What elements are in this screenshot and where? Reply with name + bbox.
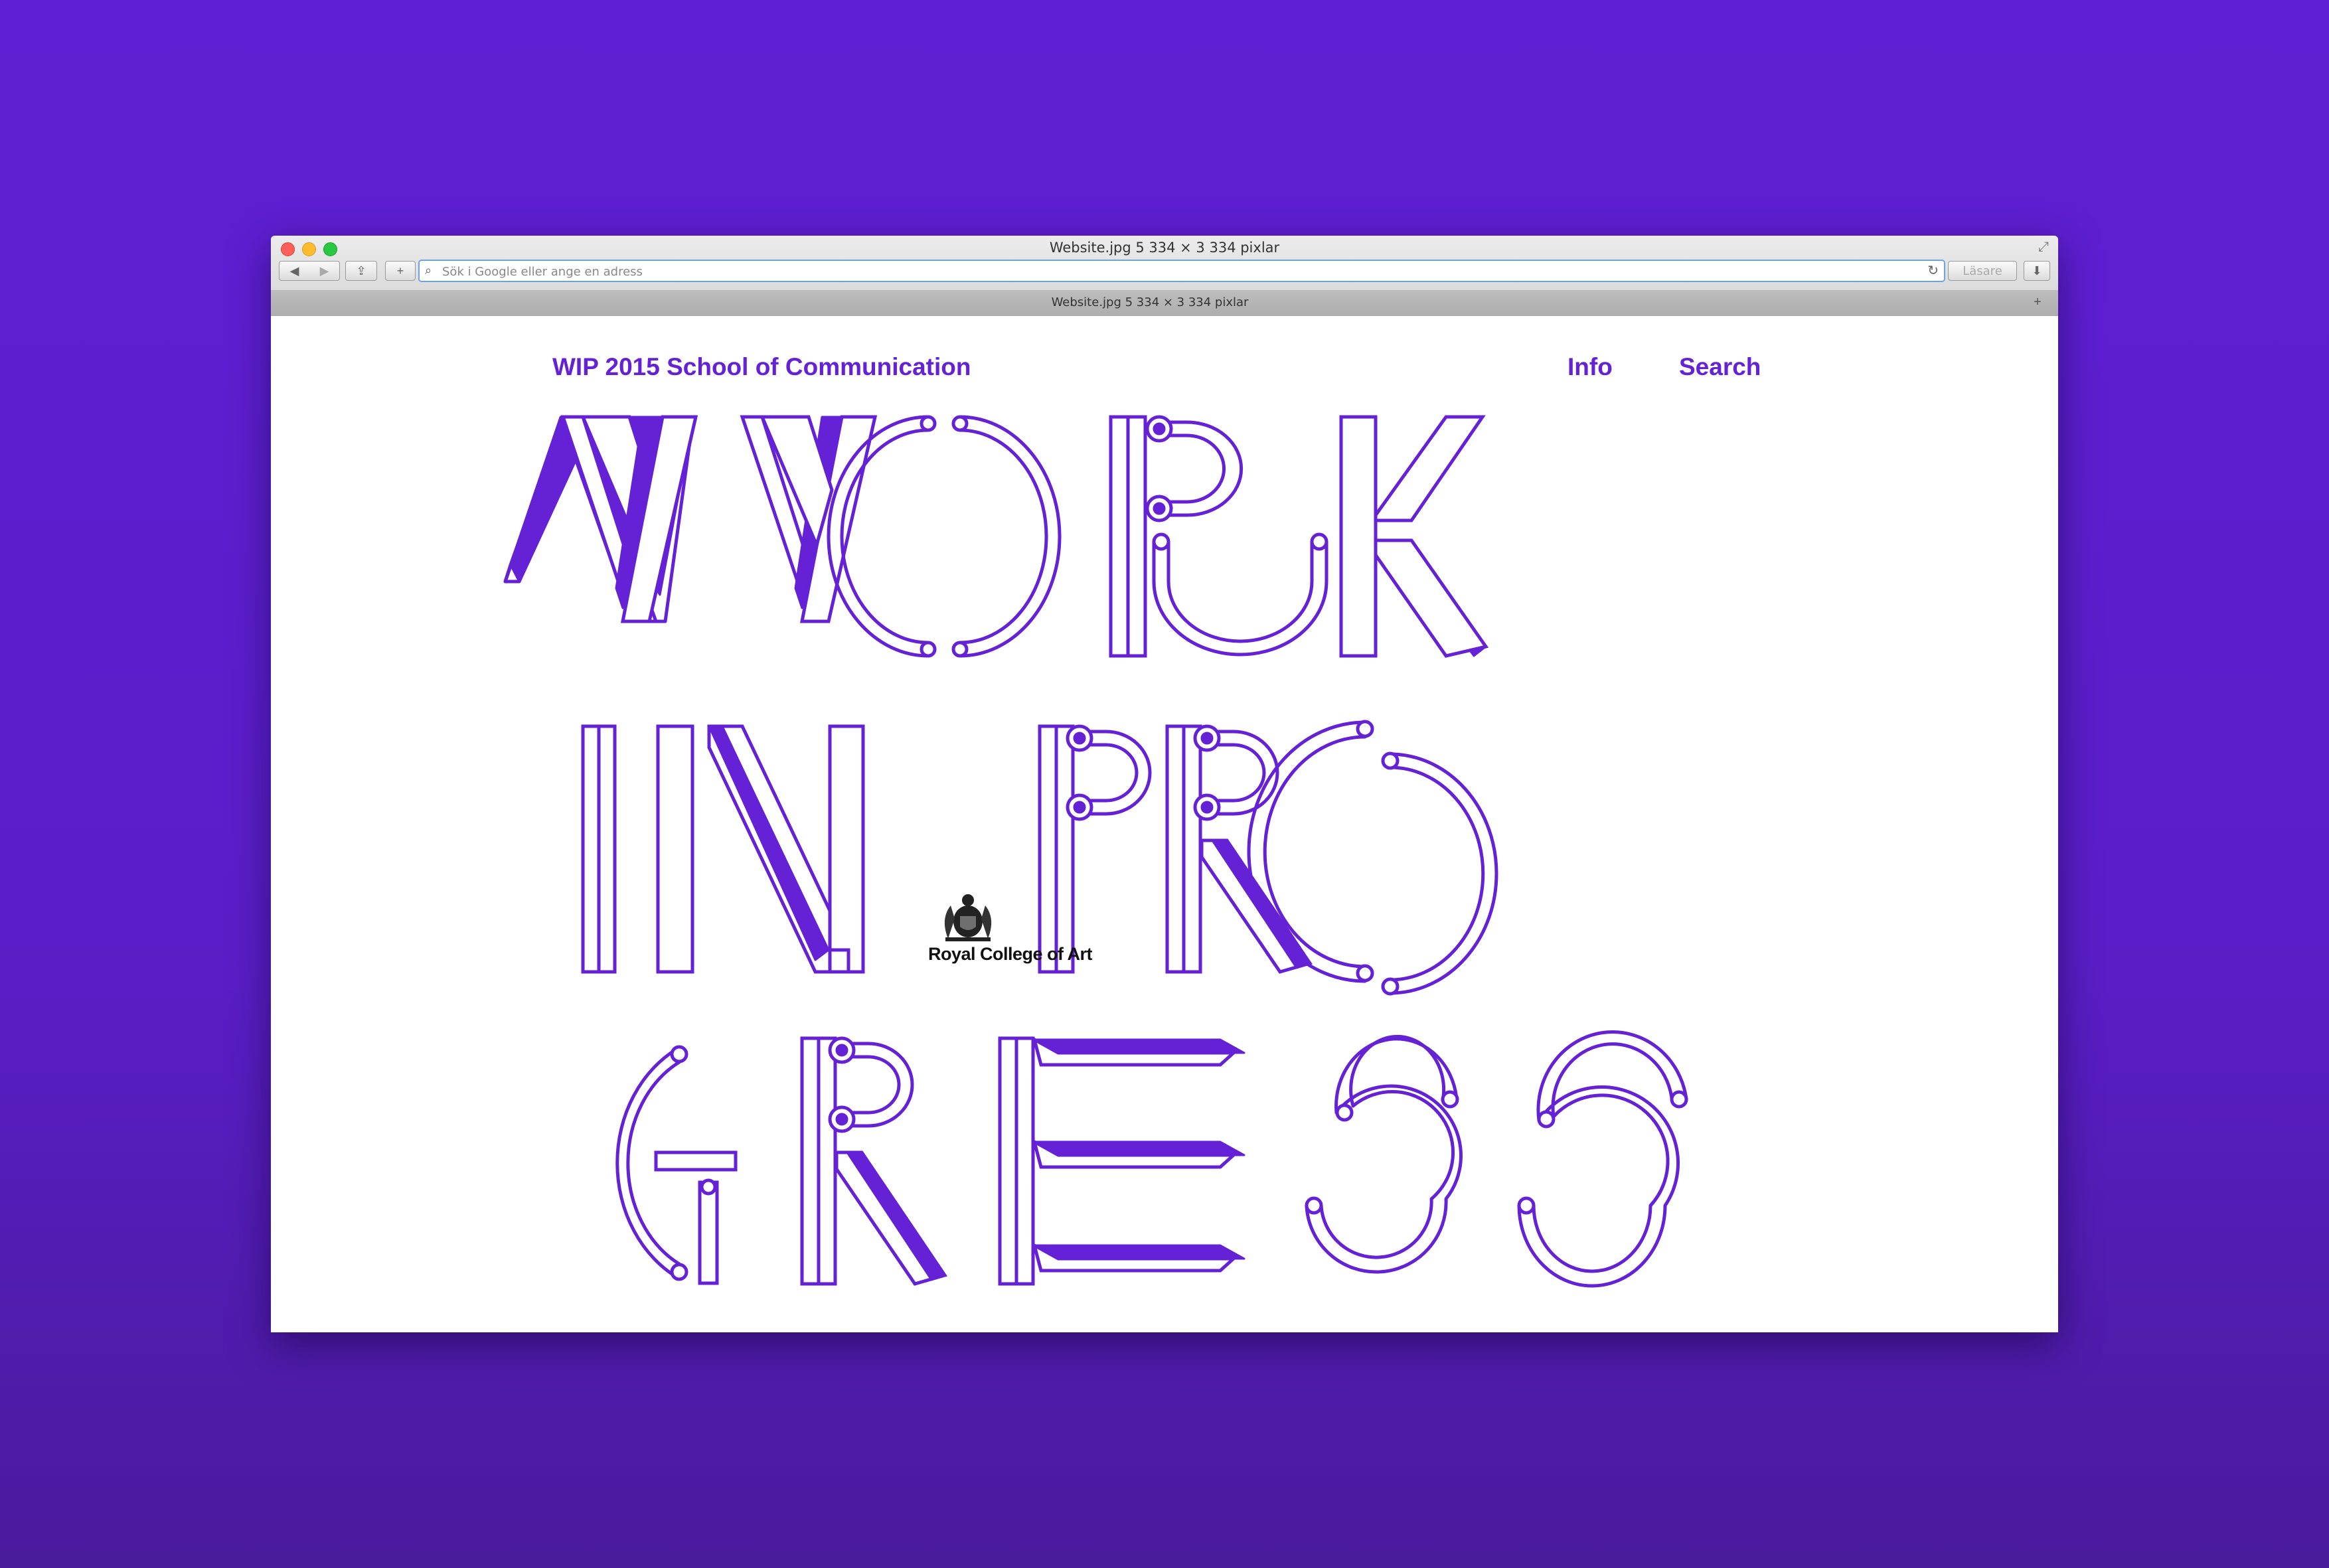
- fullscreen-icon[interactable]: ⤢: [2038, 240, 2049, 255]
- headline-letter-i: [581, 724, 617, 974]
- royal-crest-icon: [944, 894, 992, 941]
- headline-letter-s1: [1305, 1034, 1463, 1274]
- share-button[interactable]: ⇪: [345, 261, 377, 281]
- back-forward-buttons: ◀ ▶: [279, 261, 340, 281]
- download-button[interactable]: ⬇: [2024, 261, 2050, 281]
- reload-icon[interactable]: ↻: [1927, 262, 1939, 279]
- work-in-progress-wordmark: [503, 415, 1688, 1288]
- browser-titlebar: Website.jpg 5 334 × 3 334 pixlar ⤢ ◀ ▶ ⇪…: [271, 236, 2058, 317]
- headline-letter-g: [615, 1045, 738, 1285]
- back-icon[interactable]: ◀: [280, 264, 309, 278]
- forward-icon[interactable]: ▶: [309, 264, 339, 278]
- headline-letter-r2: [1165, 724, 1313, 974]
- share-icon: ⇪: [356, 264, 366, 277]
- rca-logo-text: Royal College of Art: [928, 944, 1093, 964]
- headline-letter-e: [998, 1036, 1245, 1286]
- tab-website[interactable]: Website.jpg 5 334 × 3 334 pixlar: [280, 290, 2020, 315]
- download-icon: ⬇: [2032, 264, 2042, 277]
- headline-letter-r: [1109, 415, 1328, 658]
- page-viewport: WIP 2015 School of Communication Info Se…: [271, 316, 2058, 1332]
- headline-letter-n: [656, 724, 865, 974]
- address-bar[interactable]: ⌕ ↻: [418, 260, 1945, 282]
- headline-letter-k: [1339, 415, 1489, 658]
- address-input[interactable]: [441, 262, 1917, 281]
- plus-icon: +: [396, 264, 404, 277]
- headline-letter-s2: [1517, 1030, 1688, 1288]
- rca-logo[interactable]: Royal College of Art: [928, 892, 1101, 965]
- reader-button[interactable]: Läsare: [1948, 261, 2017, 281]
- tab-bar: Website.jpg 5 334 × 3 334 pixlar +: [271, 290, 2058, 315]
- browser-window: Website.jpg 5 334 × 3 334 pixlar ⤢ ◀ ▶ ⇪…: [271, 236, 2058, 1332]
- add-bookmark-button[interactable]: +: [385, 261, 416, 281]
- new-tab-icon[interactable]: +: [2024, 293, 2051, 311]
- search-icon: ⌕: [425, 264, 432, 277]
- window-title: Website.jpg 5 334 × 3 334 pixlar: [1049, 240, 1280, 256]
- headline-letter-r3: [800, 1036, 947, 1286]
